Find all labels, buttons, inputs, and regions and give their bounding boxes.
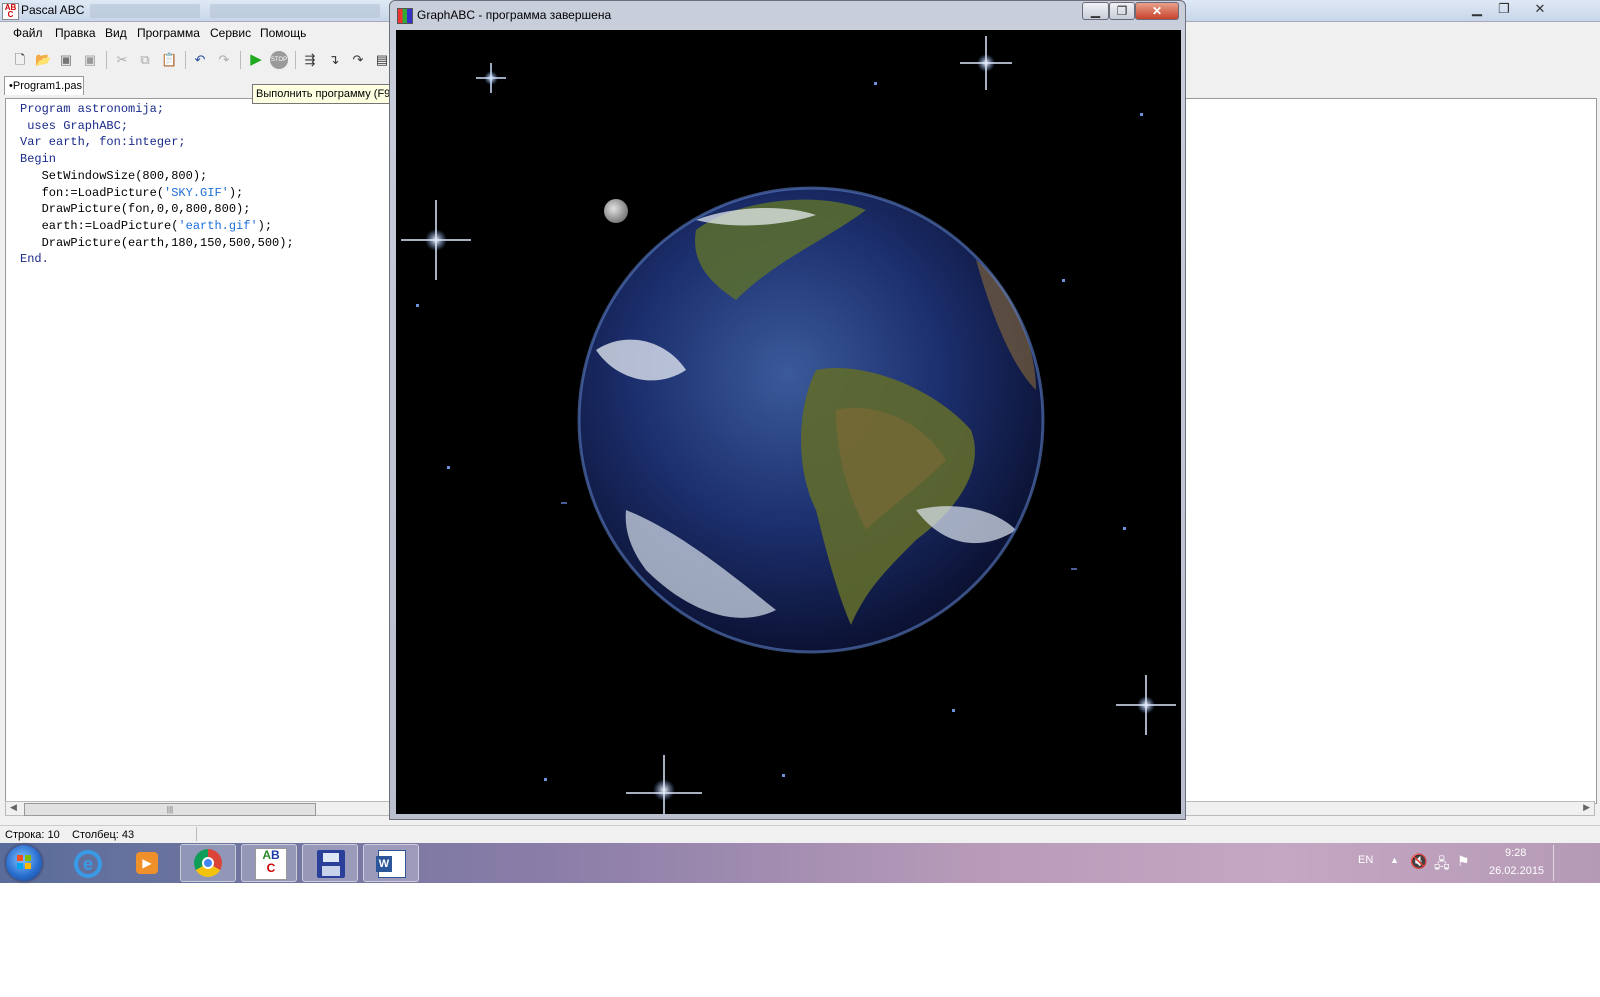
taskbar: e ▶ AB C W EN ▲ 🔇 🖧 ⚑ 9:28 26.02.2015 (0, 843, 1600, 883)
code-line-text: End. (20, 252, 49, 267)
graphabc-window-title: GraphABC - программа завершена (417, 8, 612, 22)
window-title: Pascal ABC (21, 3, 85, 17)
code-line: SetWindowSize(800,800); (20, 168, 294, 185)
code-line: fon:=LoadPicture('SKY.GIF'); (20, 185, 294, 202)
taskbar-internet-explorer[interactable]: e (60, 844, 116, 882)
run-tooltip: Выполнить программу (F9) (252, 84, 398, 104)
redo-icon[interactable]: ↷ (216, 52, 232, 68)
toolbar-separator (106, 51, 107, 69)
code-line-text: Begin (20, 152, 57, 167)
save-icon[interactable]: ▣ (58, 52, 74, 68)
clock-time[interactable]: 9:28 (1505, 847, 1526, 859)
undo-icon[interactable]: ↶ (192, 52, 208, 68)
graphabc-window: GraphABC - программа завершена ▁ ❐ ✕ (389, 0, 1186, 820)
code-line-text: Program astronomija; (20, 102, 165, 116)
code-text[interactable]: Program astronomija; uses GraphABC; Var e… (20, 101, 294, 268)
menu-help[interactable]: Помощь (260, 26, 306, 40)
cut-icon[interactable]: ✂ (114, 52, 130, 68)
titlebar-ghost-tab (210, 4, 380, 18)
show-desktop-button[interactable] (1553, 845, 1566, 881)
scroll-right-icon[interactable]: ▶ (1583, 802, 1590, 813)
graphabc-app-icon (397, 8, 413, 24)
code-line-text: Var earth, fon:integer; (20, 135, 186, 150)
save-disk-icon (317, 850, 345, 878)
language-indicator[interactable]: EN (1358, 854, 1373, 866)
minimize-icon[interactable]: ▁ (1082, 2, 1109, 20)
taskbar-word[interactable]: W (363, 844, 419, 882)
action-center-flag-icon[interactable]: ⚑ (1457, 853, 1470, 870)
show-hidden-icons-icon[interactable]: ▲ (1390, 855, 1399, 865)
toolbar-separator (240, 51, 241, 69)
taskbar-save-disk[interactable] (302, 844, 358, 882)
status-row: Строка: 10 (5, 829, 60, 841)
code-line-text: SetWindowSize(800,800); (20, 168, 208, 183)
menu-program[interactable]: Программа (137, 26, 200, 40)
windows-logo-icon (17, 855, 31, 869)
menu-file[interactable]: Файл (13, 26, 43, 40)
start-button[interactable] (6, 845, 42, 881)
scroll-left-icon[interactable]: ◀ (10, 802, 17, 813)
graphabc-canvas (396, 30, 1181, 814)
toolbar-separator (295, 51, 296, 69)
code-line-text: DrawPicture(earth,180,150,500,500); (20, 235, 294, 250)
status-bar: Строка: 10 Столбец: 43 (0, 825, 1600, 844)
taskbar-media-player[interactable]: ▶ (120, 844, 176, 882)
network-icon[interactable]: 🖧 (1434, 853, 1450, 877)
maximize-icon[interactable]: ❐ (1109, 2, 1135, 20)
open-folder-icon[interactable]: 📂 (35, 52, 51, 68)
media-player-icon: ▶ (136, 852, 158, 874)
debug-step-icon[interactable]: ⇶ (302, 52, 318, 68)
menu-view[interactable]: Вид (105, 26, 127, 40)
code-line-text: earth:=LoadPicture('earth.gif'); (20, 218, 273, 233)
word-icon: W (376, 850, 406, 878)
pascal-abc-icon: AB C (255, 848, 287, 880)
minimize-icon[interactable]: ▁ (1462, 0, 1492, 18)
internet-explorer-icon: e (74, 850, 102, 878)
maximize-icon[interactable]: ❐ (1489, 0, 1519, 18)
close-icon[interactable]: ✕ (1135, 2, 1179, 20)
paste-icon[interactable]: 📋 (161, 52, 177, 68)
code-line: uses GraphABC; (20, 118, 294, 135)
code-line-text: DrawPicture(fon,0,0,800,800); (20, 202, 251, 217)
titlebar-ghost-tab (90, 4, 200, 18)
step-over-icon[interactable]: ↷ (350, 52, 366, 68)
run-icon[interactable]: ▶ (248, 52, 264, 68)
status-separator (196, 827, 197, 841)
taskbar-chrome[interactable] (180, 844, 236, 882)
stop-icon[interactable]: STOP (270, 51, 288, 69)
code-line: DrawPicture(earth,180,150,500,500); (20, 235, 294, 252)
save-all-icon[interactable]: ▣ (82, 52, 98, 68)
step-into-icon[interactable]: ↴ (326, 52, 342, 68)
menu-edit[interactable]: Правка (55, 26, 96, 40)
code-line-text: fon:=LoadPicture('SKY.GIF'); (20, 185, 244, 200)
pascal-abc-app-icon: AB C (2, 3, 19, 20)
code-line: DrawPicture(fon,0,0,800,800); (20, 201, 294, 218)
code-line: Var earth, fon:integer; (20, 134, 294, 151)
copy-icon[interactable]: ⧉ (137, 52, 153, 68)
volume-muted-icon[interactable]: 🔇 (1410, 853, 1427, 870)
new-file-icon[interactable]: 🗋 (12, 52, 28, 68)
clock-date[interactable]: 26.02.2015 (1489, 865, 1544, 877)
code-line: End. (20, 251, 294, 268)
chrome-icon (194, 849, 222, 877)
code-line: Begin (20, 151, 294, 168)
toolbar-separator (185, 51, 186, 69)
scrollbar-thumb[interactable]: ||| (24, 803, 316, 816)
taskbar-pascal-abc[interactable]: AB C (241, 844, 297, 882)
status-column: Столбец: 43 (72, 829, 135, 841)
space-picture (401, 36, 1176, 814)
code-line: earth:=LoadPicture('earth.gif'); (20, 218, 294, 235)
moon (604, 199, 628, 223)
toolbar: 🗋 📂 ▣ ▣ ✂ ⧉ 📋 ↶ ↷ ▶ STOP ⇶ ↴ ↷ ▤ (0, 46, 400, 74)
tab-program1[interactable]: •Program1.pas (4, 76, 84, 95)
menu-service[interactable]: Сервис (210, 26, 251, 40)
code-line-text: uses GraphABC; (20, 118, 129, 133)
earth (577, 186, 1045, 654)
watch-icon[interactable]: ▤ (374, 52, 390, 68)
close-icon[interactable]: ✕ (1525, 0, 1555, 18)
